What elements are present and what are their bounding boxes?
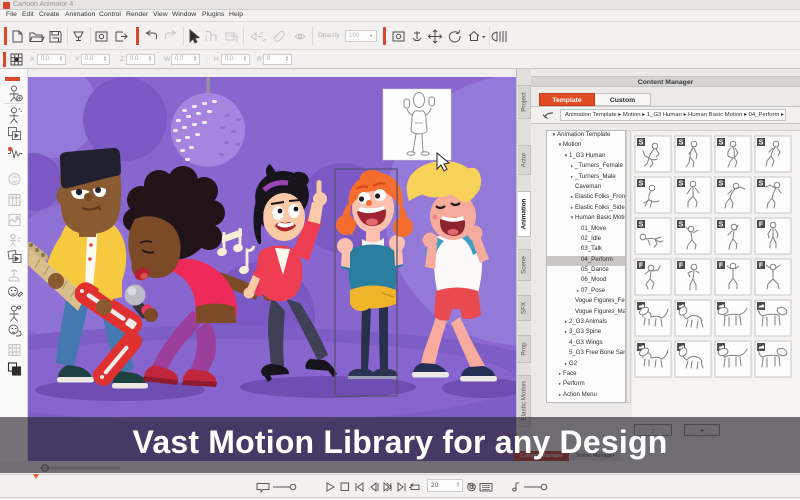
svg-text:S: S <box>759 181 764 188</box>
svg-text:F: F <box>679 263 684 270</box>
svg-text:F: F <box>759 263 764 270</box>
svg-text:S: S <box>759 140 764 147</box>
svg-text:S: S <box>719 181 724 188</box>
svg-text:S: S <box>639 222 644 229</box>
svg-text:S: S <box>719 222 724 229</box>
svg-text:S: S <box>679 181 684 188</box>
svg-text:F: F <box>759 222 764 229</box>
svg-text:S: S <box>679 222 684 229</box>
svg-text:S: S <box>639 140 644 147</box>
svg-text:S: S <box>639 181 644 188</box>
svg-text:S: S <box>719 140 724 147</box>
svg-text:S: S <box>679 140 684 147</box>
svg-text:F: F <box>639 263 644 270</box>
svg-text:F: F <box>719 263 724 270</box>
